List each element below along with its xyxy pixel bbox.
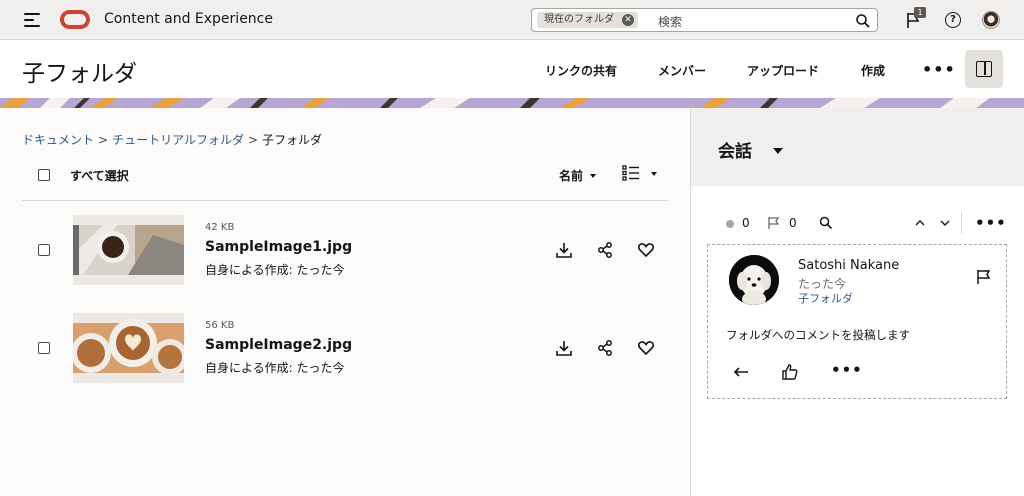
file-list-pane: ドキュメント > チュートリアルフォルダ > 子フォルダ すべて選択 名前 42 KB	[0, 108, 690, 496]
flag-comment-icon[interactable]	[976, 269, 992, 285]
sidebar-toggle-button[interactable]	[965, 50, 1003, 88]
create-button[interactable]: 作成	[861, 62, 885, 79]
search-icon[interactable]	[819, 216, 833, 230]
like-thumbs-up-icon[interactable]	[781, 363, 799, 381]
favorite-heart-icon[interactable]	[637, 339, 655, 357]
members-button[interactable]: メンバー	[658, 62, 706, 79]
file-name[interactable]: SampleImage2.jpg	[205, 337, 352, 353]
file-checkbox[interactable]	[38, 244, 50, 256]
conversation-sidebar: 会話 0 0 ••• Satoshi Nakane たった今 子フォルダ フォル…	[690, 108, 1024, 496]
decorative-banner	[0, 98, 1024, 108]
chevron-up-icon[interactable]	[913, 216, 927, 230]
download-icon[interactable]	[555, 241, 573, 259]
sidebar-header: 会話	[691, 108, 1024, 186]
select-all-checkbox[interactable]	[38, 169, 50, 181]
coffee-image	[73, 225, 184, 275]
upload-button[interactable]: アップロード	[747, 62, 819, 79]
flag-count: 0	[789, 216, 797, 230]
menu-icon[interactable]	[24, 13, 40, 27]
file-row[interactable]: 42 KB SampleImage1.jpg 自身による作成: たった今	[22, 215, 668, 287]
sidebar-title-caret-icon[interactable]	[773, 148, 783, 154]
flag-icon[interactable]	[767, 216, 781, 230]
breadcrumb-tutorial-folder[interactable]: チュートリアルフォルダ	[112, 133, 244, 147]
comment-more-button[interactable]: •••	[831, 361, 863, 379]
more-actions-button[interactable]: •••	[922, 60, 956, 79]
select-all-label[interactable]: すべて選択	[70, 167, 129, 184]
sort-by-name-button[interactable]: 名前	[559, 167, 583, 184]
breadcrumb-separator: >	[247, 133, 259, 147]
page-title: 子フォルダ	[22, 61, 137, 87]
chevron-down-icon[interactable]	[938, 216, 952, 230]
share-icon[interactable]	[596, 339, 614, 357]
file-row[interactable]: 56 KB SampleImage2.jpg 自身による作成: たった今	[22, 313, 668, 385]
file-name[interactable]: SampleImage1.jpg	[205, 239, 352, 255]
file-checkbox[interactable]	[38, 342, 50, 354]
commenter-avatar[interactable]	[729, 255, 779, 305]
panel-icon	[976, 61, 992, 77]
breadcrumb-current: 子フォルダ	[262, 133, 323, 147]
comment-card: Satoshi Nakane たった今 子フォルダ フォルダへのコメントを投稿し…	[707, 244, 1007, 399]
share-link-button[interactable]: リンクの共有	[545, 62, 617, 79]
file-thumbnail[interactable]	[73, 313, 184, 383]
file-size: 42 KB	[205, 222, 235, 233]
help-icon[interactable]: ?	[945, 12, 961, 28]
file-meta: 自身による作成: たった今	[205, 361, 345, 375]
user-avatar[interactable]	[982, 11, 1000, 29]
file-thumbnail[interactable]	[73, 215, 184, 285]
reply-icon[interactable]	[732, 363, 750, 381]
sort-caret-icon[interactable]	[590, 174, 596, 178]
file-meta: 自身による作成: たった今	[205, 263, 345, 277]
unread-count: 0	[742, 216, 750, 230]
unread-dot-icon[interactable]	[726, 220, 734, 228]
list-view-icon[interactable]	[622, 165, 640, 181]
dog-avatar-image	[729, 255, 779, 305]
breadcrumb: ドキュメント > チュートリアルフォルダ > 子フォルダ	[22, 131, 322, 148]
sidebar-title[interactable]: 会話	[718, 137, 752, 162]
page-header: 子フォルダ リンクの共有 メンバー アップロード 作成 •••	[0, 40, 1024, 98]
comment-text: フォルダへのコメントを投稿します	[726, 328, 910, 342]
search-scope-chip[interactable]: 現在のフォルダ ✕	[537, 12, 638, 28]
search-icon[interactable]	[855, 13, 871, 29]
latte-image	[73, 319, 184, 375]
list-divider	[22, 200, 668, 201]
app-title: Content and Experience	[104, 11, 273, 27]
oracle-logo[interactable]	[60, 10, 90, 29]
comment-author[interactable]: Satoshi Nakane	[798, 258, 899, 273]
conversation-more-button[interactable]: •••	[975, 214, 1007, 232]
search-scope-label: 現在のフォルダ	[544, 14, 614, 25]
clear-scope-icon[interactable]: ✕	[622, 14, 634, 26]
breadcrumb-separator: >	[98, 133, 109, 147]
favorite-heart-icon[interactable]	[637, 241, 655, 259]
top-bar: Content and Experience 現在のフォルダ ✕ 検索 1 ?	[0, 0, 1024, 40]
download-icon[interactable]	[555, 339, 573, 357]
notification-badge: 1	[914, 7, 926, 18]
file-size: 56 KB	[205, 320, 235, 331]
conversation-toolbar: 0 0 •••	[691, 212, 1024, 236]
share-icon[interactable]	[596, 241, 614, 259]
search-placeholder: 検索	[658, 15, 683, 29]
comment-folder-link[interactable]: 子フォルダ	[798, 290, 853, 306]
toolbar-divider	[961, 212, 962, 234]
breadcrumb-documents[interactable]: ドキュメント	[22, 133, 94, 147]
search-input[interactable]: 現在のフォルダ ✕ 検索	[531, 8, 878, 32]
view-caret-icon[interactable]	[651, 172, 657, 176]
